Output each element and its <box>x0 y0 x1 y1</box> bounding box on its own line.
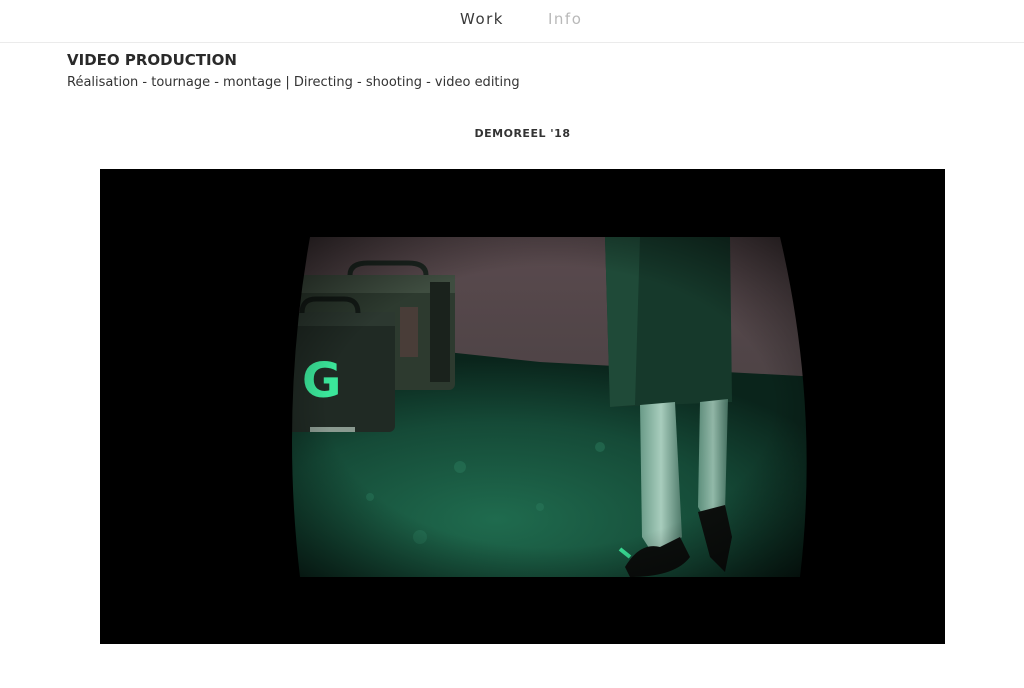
section-title: VIDEO PRODUCTION <box>67 51 237 69</box>
video-heading: DEMOREEL '18 <box>474 127 571 140</box>
nav-link-work[interactable]: Work <box>460 10 504 28</box>
video-frame: G <box>280 237 820 577</box>
video-player[interactable]: G <box>100 169 945 644</box>
section-subtitle: Réalisation - tournage - montage | Direc… <box>67 75 520 90</box>
top-navigation: Work Info <box>0 0 1024 43</box>
nav-link-info[interactable]: Info <box>548 10 582 28</box>
